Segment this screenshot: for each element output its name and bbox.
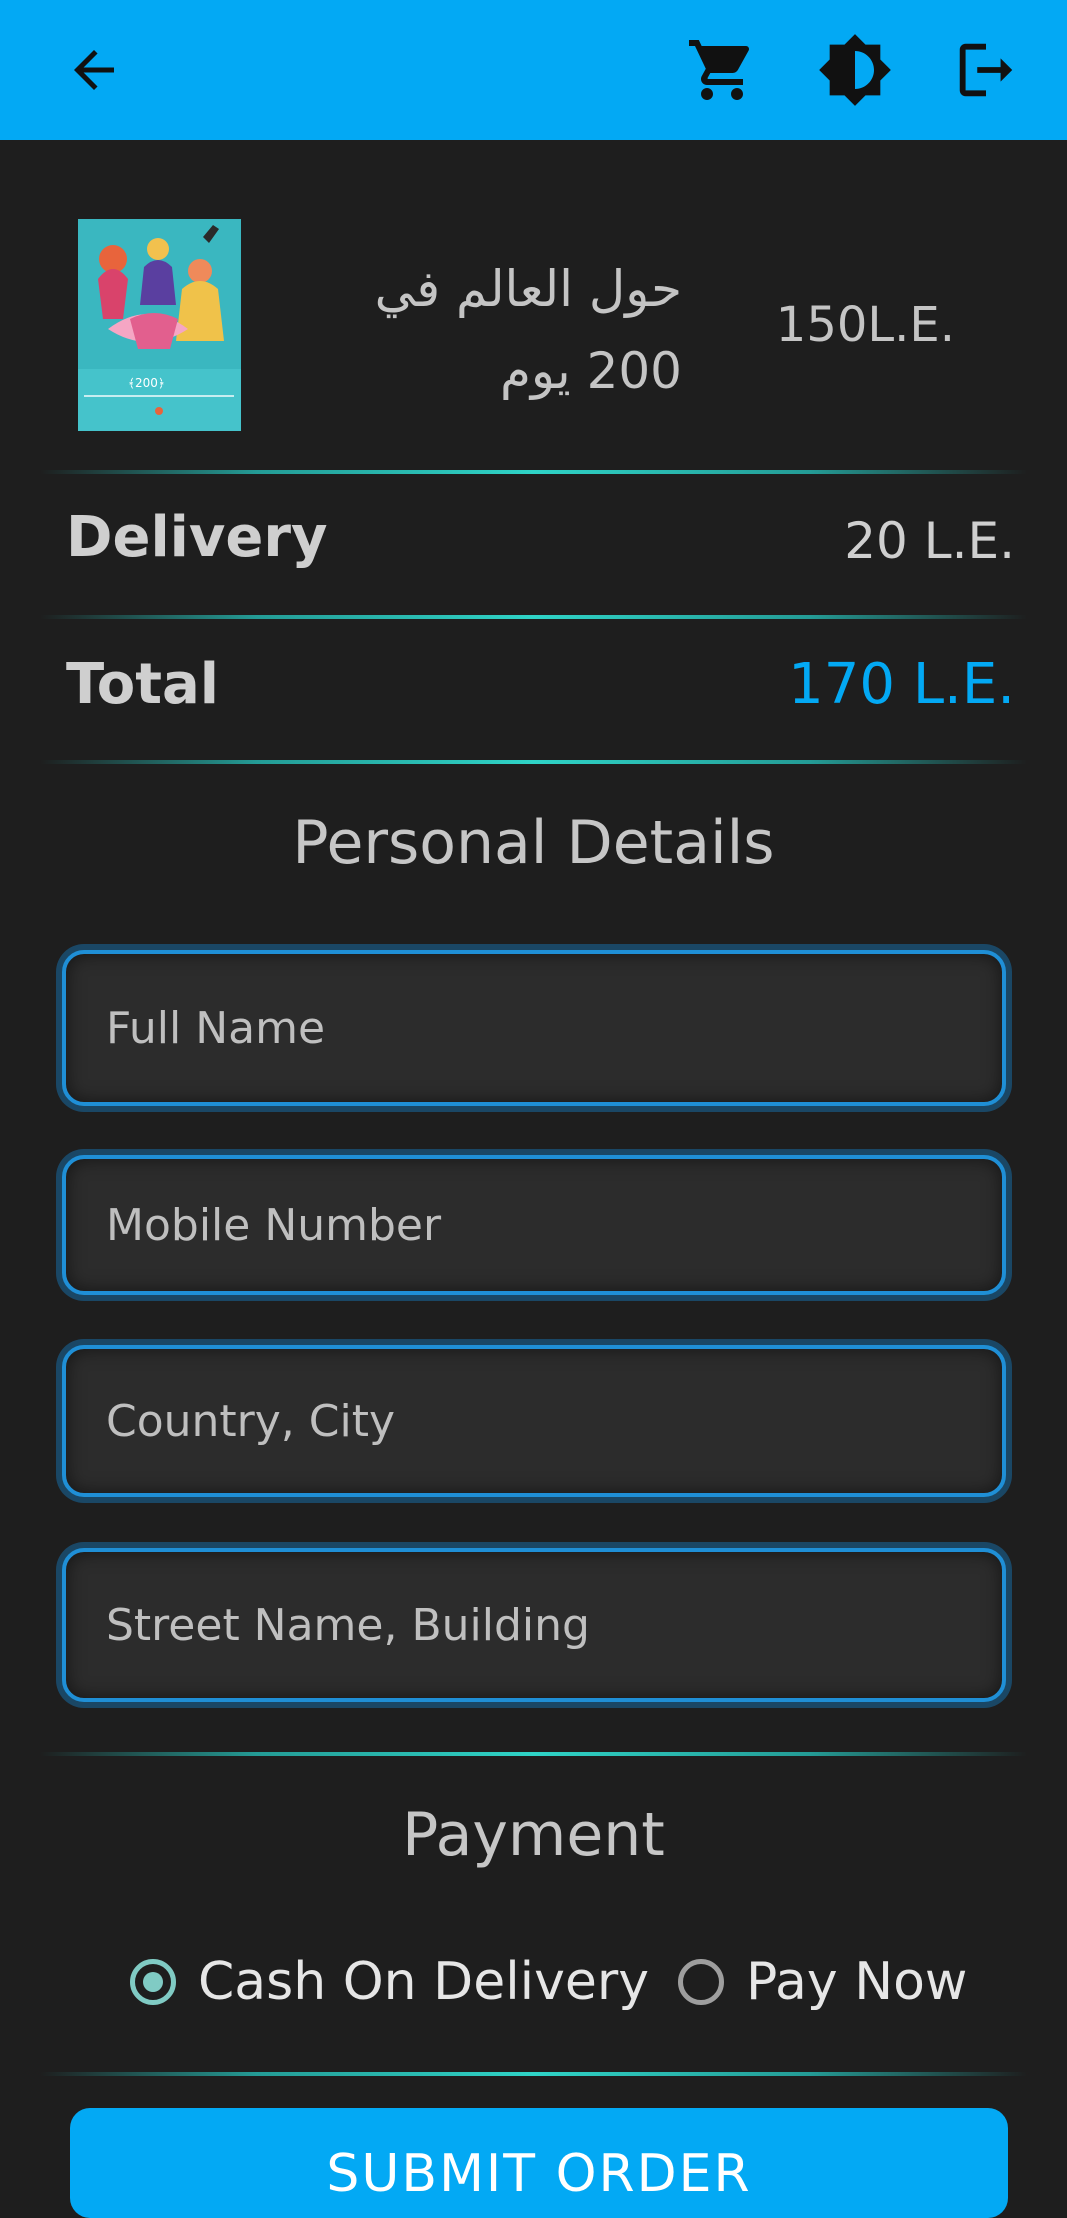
arrow-back-icon	[64, 40, 124, 100]
total-value: 170 L.E.	[788, 652, 1015, 717]
mobile-number-input[interactable]	[62, 1155, 1006, 1295]
submit-order-button[interactable]: SUBMIT ORDER	[70, 2108, 1008, 2218]
product-price: 150L.E.	[775, 297, 955, 353]
logout-button[interactable]	[944, 28, 1028, 112]
delivery-value: 20 L.E.	[844, 512, 1015, 570]
total-label: Total	[66, 652, 219, 717]
street-building-input[interactable]	[62, 1548, 1006, 1702]
back-button[interactable]	[52, 28, 136, 112]
pay-now-label: Pay Now	[746, 1952, 968, 2012]
cash-on-delivery-radio[interactable]: Cash On Delivery	[130, 1944, 649, 2020]
divider	[40, 2072, 1027, 2076]
personal-details-heading: Personal Details	[292, 808, 775, 878]
app-bar	[0, 0, 1067, 140]
cash-on-delivery-label: Cash On Delivery	[198, 1952, 650, 2012]
country-city-input[interactable]	[62, 1345, 1006, 1497]
delivery-label: Delivery	[66, 505, 328, 570]
theme-toggle-button[interactable]	[813, 28, 897, 112]
full-name-input[interactable]	[62, 950, 1006, 1106]
divider	[40, 470, 1027, 474]
product-title: حول العالم في 200 يوم	[374, 260, 682, 400]
radio-unselected-icon	[678, 1959, 724, 2005]
shopping-cart-icon	[686, 34, 758, 106]
logout-icon	[951, 35, 1021, 105]
svg-text:﴾200﴿: ﴾200﴿	[128, 376, 165, 390]
radio-selected-icon	[130, 1959, 176, 2005]
book-cover-image: ﴾200﴿	[78, 219, 241, 431]
pay-now-radio[interactable]: Pay Now	[678, 1944, 967, 2020]
cart-button[interactable]	[680, 28, 764, 112]
divider	[40, 760, 1027, 764]
payment-heading: Payment	[402, 1800, 665, 1870]
divider	[40, 1752, 1027, 1756]
payment-method-group: Cash On Delivery Pay Now	[0, 1944, 1067, 2020]
divider	[40, 615, 1027, 619]
brightness-toggle-icon	[817, 32, 893, 108]
cart-item: ﴾200﴿ حول العالم في 200 يوم 150L.E.	[0, 140, 1067, 470]
